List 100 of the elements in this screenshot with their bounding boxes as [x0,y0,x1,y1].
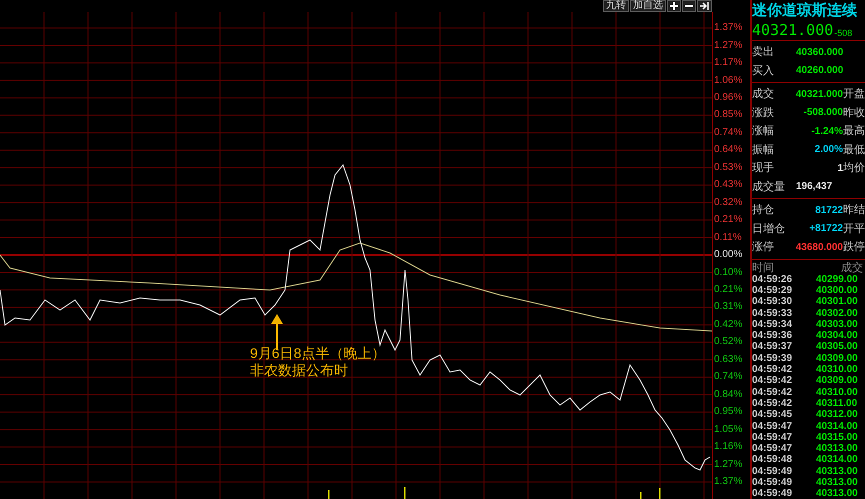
quote-label: 成交 [752,86,775,102]
tick-time: 04:59:42 [752,364,794,376]
minus-icon [685,2,693,10]
tick-time: 04:59:29 [752,284,794,296]
axis-label: 0.10% [713,266,744,280]
tick-price: 40311.00 [816,398,858,409]
column-header: 成交 [841,260,864,274]
tick-price: 40315.00 [816,432,858,443]
tick-time: 04:59:42 [752,386,794,398]
axis-label: 1.27% [713,458,744,472]
tick-price: 40314.00 [816,420,858,432]
axis-label: 0.42% [713,318,744,332]
quote-label: 最低 [843,142,865,158]
tick-time: 04:59:30 [752,296,794,308]
quote-label: 涨幅 [752,124,775,139]
tick-time: 04:59:47 [752,443,794,454]
tick-price: 40310.00 [816,364,858,376]
quote-label: 开盘 [843,87,865,102]
quote-label: 振幅 [752,142,775,158]
axis-label: 1.37% [713,475,744,489]
quote-value: 196,437 [796,180,832,194]
tick-price: 40313.00 [816,443,858,454]
axis-label: 0.74% [713,370,744,384]
axis-label: 0.84% [713,388,744,402]
quote-value: -508.000 [802,106,843,120]
axis-label: 1.17% [713,56,744,70]
tick-price: 40302.00 [816,308,858,319]
tick-price: 40313.00 [816,488,858,499]
axis-label: 0.31% [713,300,744,314]
instrument-title: 迷你道琼斯连续 [752,0,858,20]
tick-price: 40303.00 [816,318,858,330]
tick-time: 04:59:45 [752,409,794,420]
axis-label: 0.21% [713,283,744,298]
plus-icon [670,2,678,10]
price-change: -508 [834,26,852,40]
quote-label: 成交量 [752,180,786,194]
last-price: 40321.000 [752,20,834,40]
axis-label: 0.21% [713,213,744,228]
tick-price: 40314.00 [816,454,858,466]
exit-button[interactable] [697,0,712,12]
tick-time: 04:59:47 [752,420,794,432]
annotation-text: 非农数据公布时 [250,362,349,379]
tick-price: 40309.00 [816,375,858,386]
quote-label: 开平 [843,222,865,236]
quote-value: 2.00% [814,143,843,158]
quote-value: 43680.000 [794,240,843,255]
tick-time: 04:59:42 [752,398,794,409]
axis-label: 0.64% [713,143,744,158]
axis-label: 0.95% [713,405,744,420]
tick-price: 40305.00 [816,341,858,352]
axis-label: 1.06% [713,74,744,88]
axis-label: 1.37% [713,21,744,36]
axis-label: 0.63% [713,352,744,367]
quote-label: 最高 [843,124,865,139]
quote-label: 涨跌 [752,106,775,120]
axis-label: 0.11% [713,230,743,245]
axis-label: 0.96% [713,91,744,106]
quote-value: -1.24% [810,124,843,139]
quote-value: 40360.000 [796,46,844,60]
tick-time: 04:59:34 [752,318,794,330]
quote-label: 涨停 [752,240,775,255]
axis-label: 0.00% [713,248,744,262]
axis-label: 1.27% [713,38,744,53]
quote-value: 1 [836,162,843,176]
axis-label: 0.53% [713,160,744,175]
zoom-in-button[interactable] [667,0,681,12]
axis-label: 0.52% [713,335,744,350]
tick-price: 40313.00 [816,476,858,488]
tick-price: 40300.00 [816,284,858,296]
quote-label: 现手 [752,161,775,176]
tick-price: 40309.00 [816,352,858,364]
quote-label: 昨结 [843,203,865,218]
tick-price: 40301.00 [816,296,858,308]
tick-price: 40310.00 [816,386,858,398]
tick-price: 40299.00 [816,274,858,285]
tick-time: 04:59:26 [752,274,794,285]
quote-value: 40321.000 [794,88,843,102]
quote-label: 持仓 [752,203,775,218]
annotation-arrow [271,314,283,350]
quote-label: 昨收 [843,106,865,120]
quote-label: 日增仓 [752,222,786,236]
tick-price: 40304.00 [816,330,858,342]
axis-label: 1.16% [713,440,744,454]
tick-time: 04:59:48 [752,454,794,466]
tick-time: 04:59:33 [752,308,794,319]
tick-time: 04:59:37 [752,341,794,352]
quote-label: 均价 [843,161,865,176]
tick-time: 04:59:49 [752,466,794,477]
zoom-out-button[interactable] [682,0,696,12]
toolbar-button[interactable]: 九转 [603,0,629,12]
toolbar-button[interactable]: 加自选 [630,0,666,12]
arrow-to-bar-icon [700,2,709,10]
axis-label: 0.43% [713,178,744,192]
axis-label: 0.74% [713,126,744,140]
tick-price: 40313.00 [816,466,858,477]
quote-label: 跌停 [843,240,865,255]
tick-time: 04:59:42 [752,375,794,386]
tick-time: 04:59:47 [752,432,794,443]
tick-time: 04:59:36 [752,330,794,342]
tick-time: 04:59:49 [752,488,794,499]
